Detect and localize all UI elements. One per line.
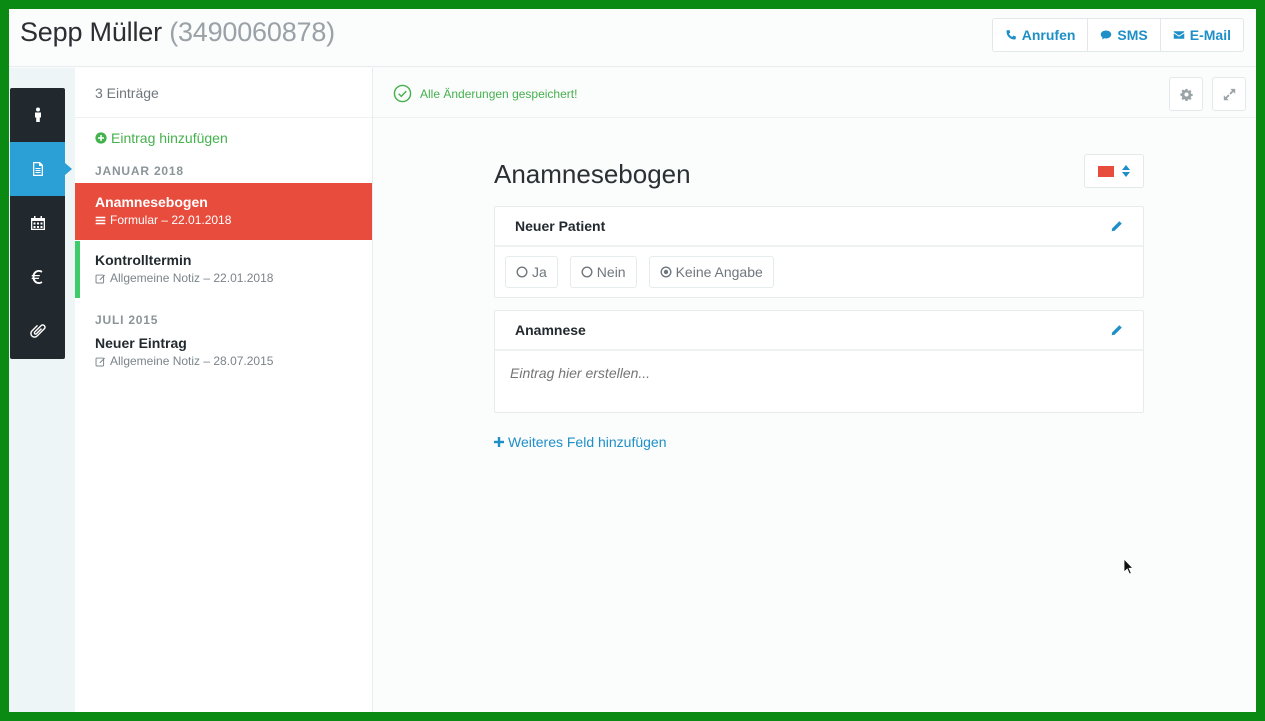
pencil-icon[interactable] [1110, 324, 1123, 337]
contact-actions: Anrufen SMS E-Mail [991, 18, 1244, 52]
person-icon [34, 107, 41, 122]
euro-icon [31, 270, 42, 284]
patient-header: Sepp Müller (3490060878) Anrufen SMS E-M… [9, 9, 1256, 67]
form-title: Anamnesebogen [494, 159, 691, 189]
plus-circle-icon [95, 132, 107, 144]
option-label: Nein [596, 264, 626, 280]
envelope-icon [1173, 31, 1185, 39]
entries-panel: 3 Einträge Eintrag hinzufügen JANUAR 201… [75, 68, 373, 712]
sms-button[interactable]: SMS [1087, 19, 1159, 51]
rail-item-attachments[interactable] [10, 304, 65, 358]
entry-subtitle-text: Allgemeine Notiz – 22.01.2018 [110, 271, 274, 285]
anamnese-textarea[interactable] [495, 351, 1143, 407]
entry-title: Kontrolltermin [95, 252, 192, 268]
chat-bubble-icon [1101, 30, 1112, 40]
entry-item-anamnesebogen[interactable]: Anamnesebogen Formular – 22.01.2018 [75, 183, 372, 240]
option-nein[interactable]: Nein [569, 256, 637, 288]
option-label: Keine Angabe [675, 264, 763, 280]
field-panel-anamnese: Anamnese [494, 310, 1144, 413]
entries-count: 3 Einträge [75, 68, 372, 118]
field-header: Neuer Patient [495, 207, 1143, 247]
option-ja[interactable]: Ja [505, 256, 558, 288]
gear-icon [1179, 88, 1193, 101]
entry-title: Anamnesebogen [95, 194, 208, 210]
radio-empty-icon [581, 266, 593, 278]
main-content: Alle Änderungen gespeichert! Anamnesebog… [373, 68, 1256, 712]
option-label: Ja [532, 264, 547, 280]
settings-button[interactable] [1169, 77, 1203, 111]
section-rail [10, 88, 72, 359]
save-status-text: Alle Änderungen gespeichert! [420, 86, 578, 101]
field-label: Anamnese [515, 322, 586, 338]
add-entry-link[interactable]: Eintrag hinzufügen [95, 130, 228, 146]
field-header: Anamnese [495, 311, 1143, 351]
patient-phone: (3490060878) [169, 17, 335, 47]
field-panel-neuer-patient: Neuer Patient Ja Nein Keine Angabe [494, 206, 1144, 298]
patient-name: Sepp Müller [20, 17, 162, 47]
calendar-icon [30, 216, 45, 230]
entry-subtitle-text: Formular – 22.01.2018 [110, 213, 232, 227]
plus-icon [494, 437, 504, 447]
month-heading: JANUAR 2018 [95, 164, 184, 178]
paperclip-icon [29, 324, 46, 338]
entry-item-neuer-eintrag[interactable]: Neuer Eintrag Allgemeine Notiz – 28.07.2… [75, 324, 372, 381]
radio-options: Ja Nein Keine Angabe [495, 247, 1143, 297]
option-keine-angabe[interactable]: Keine Angabe [648, 256, 774, 288]
save-status: Alle Änderungen gespeichert! [393, 84, 577, 103]
email-button[interactable]: E-Mail [1159, 19, 1243, 51]
patient-title: Sepp Müller (3490060878) [20, 17, 335, 48]
add-field-link[interactable]: Weiteres Feld hinzufügen [494, 434, 667, 450]
call-button[interactable]: Anrufen [993, 19, 1088, 51]
entry-subtitle: Formular – 22.01.2018 [95, 213, 372, 227]
call-label: Anrufen [1021, 27, 1076, 43]
expand-icon [1223, 88, 1235, 100]
add-field-label: Weiteres Feld hinzufügen [508, 434, 667, 450]
sort-arrows-icon [1122, 165, 1130, 177]
edit-note-icon [95, 274, 105, 283]
sms-label: SMS [1117, 27, 1148, 43]
radio-empty-icon [516, 266, 528, 278]
app-window: Sepp Müller (3490060878) Anrufen SMS E-M… [9, 9, 1256, 712]
color-swatch [1098, 165, 1114, 177]
add-entry-label: Eintrag hinzufügen [111, 130, 228, 146]
check-circle-icon [393, 84, 412, 103]
pencil-icon[interactable] [1110, 220, 1123, 233]
color-select[interactable] [1084, 154, 1144, 188]
field-label: Neuer Patient [515, 218, 606, 234]
mouse-cursor-icon [1123, 558, 1134, 575]
edit-note-icon [95, 357, 105, 366]
main-toolbar: Alle Änderungen gespeichert! [373, 68, 1256, 118]
entry-subtitle: Allgemeine Notiz – 28.07.2015 [95, 354, 372, 368]
entry-subtitle: Allgemeine Notiz – 22.01.2018 [95, 271, 372, 285]
radio-selected-icon [660, 266, 672, 278]
email-label: E-Mail [1189, 27, 1231, 43]
entry-subtitle-text: Allgemeine Notiz – 28.07.2015 [110, 354, 274, 368]
phone-icon [1006, 30, 1016, 40]
rail-item-patient[interactable] [10, 88, 65, 142]
rail-item-billing[interactable] [10, 250, 65, 304]
entry-title: Neuer Eintrag [95, 335, 187, 351]
entry-item-kontrolltermin[interactable]: Kontrolltermin Allgemeine Notiz – 22.01.… [75, 241, 372, 298]
rail-item-documents[interactable] [10, 142, 72, 196]
list-icon [95, 216, 106, 224]
document-icon [32, 162, 43, 176]
rail-item-calendar[interactable] [10, 196, 65, 250]
fullscreen-button[interactable] [1212, 77, 1246, 111]
